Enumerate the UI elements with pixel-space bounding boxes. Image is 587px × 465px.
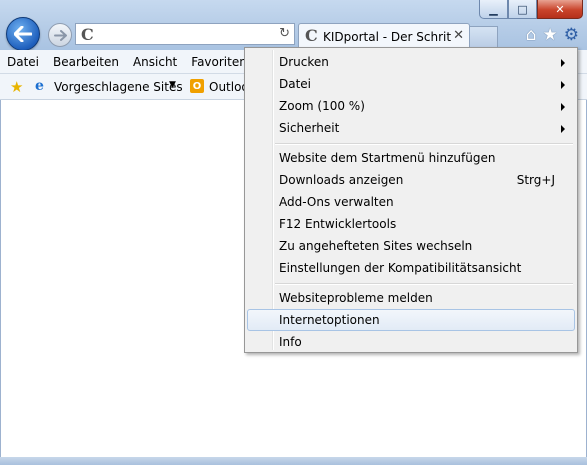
toolbar-icons: ⌂ ★ ⚙ bbox=[526, 26, 579, 44]
tab-title: KIDportal - Der Schritt ... bbox=[323, 30, 451, 44]
menu-item-drucken[interactable]: Drucken bbox=[247, 51, 575, 73]
gear-icon[interactable]: ⚙ bbox=[564, 26, 579, 44]
menu-bearbeiten[interactable]: Bearbeiten bbox=[46, 55, 126, 69]
forward-button[interactable] bbox=[48, 23, 72, 47]
menu-item-downloads[interactable]: Downloads anzeigen Strg+J bbox=[247, 169, 575, 191]
address-bar[interactable]: C ↻ bbox=[75, 23, 295, 45]
menu-item-pinned-sites[interactable]: Zu angehefteten Sites wechseln bbox=[247, 235, 575, 257]
refresh-icon[interactable]: ↻ bbox=[279, 26, 290, 41]
menu-separator bbox=[275, 283, 573, 285]
menu-item-add-to-start[interactable]: Website dem Startmenü hinzufügen bbox=[247, 147, 575, 169]
submenu-arrow-icon bbox=[561, 103, 565, 111]
menu-item-label: Datei bbox=[279, 77, 312, 91]
close-tab-icon[interactable]: ✕ bbox=[453, 28, 464, 43]
menu-item-label: Sicherheit bbox=[279, 121, 340, 135]
menu-item-label: F12 Entwicklertools bbox=[279, 217, 397, 231]
menu-item-label: Drucken bbox=[279, 55, 329, 69]
menu-item-shortcut: Strg+J bbox=[516, 173, 555, 187]
menu-item-addons[interactable]: Add-Ons verwalten bbox=[247, 191, 575, 213]
tab-favicon: C bbox=[305, 26, 318, 45]
menu-datei[interactable]: Datei bbox=[0, 55, 46, 69]
menu-item-info[interactable]: Info bbox=[247, 331, 575, 353]
ie-icon: e bbox=[35, 78, 44, 94]
back-button[interactable] bbox=[6, 17, 40, 51]
menu-item-label: Downloads anzeigen bbox=[279, 173, 404, 187]
menu-item-label: Info bbox=[279, 335, 302, 349]
new-tab-button[interactable] bbox=[470, 26, 498, 48]
submenu-arrow-icon bbox=[561, 125, 565, 133]
submenu-arrow-icon bbox=[561, 59, 565, 67]
tools-menu: Drucken Datei Zoom (100 %) Sicherheit We… bbox=[244, 47, 578, 353]
window-controls: ▁ □ ✕ bbox=[479, 0, 583, 19]
arrow-right-icon bbox=[53, 29, 67, 41]
window-titlebar: ▁ □ ✕ C ↻ C KIDportal - Der Schritt ... … bbox=[0, 0, 587, 51]
menu-item-sicherheit[interactable]: Sicherheit bbox=[247, 117, 575, 139]
menu-item-label: Zoom (100 %) bbox=[279, 99, 365, 113]
menu-ansicht[interactable]: Ansicht bbox=[126, 55, 184, 69]
favorites-star-icon[interactable]: ★ bbox=[543, 26, 558, 44]
menu-item-label: Zu angehefteten Sites wechseln bbox=[279, 239, 473, 253]
menu-item-devtools[interactable]: F12 Entwicklertools bbox=[247, 213, 575, 235]
window-bottom-frame bbox=[0, 457, 587, 465]
add-favorite-star-icon[interactable]: ★ bbox=[10, 78, 23, 96]
close-window-button[interactable]: ✕ bbox=[537, 0, 583, 19]
menu-item-label: Internetoptionen bbox=[279, 313, 380, 327]
arrow-left-icon bbox=[14, 26, 32, 42]
menu-item-label: Websiteprobleme melden bbox=[279, 291, 433, 305]
site-favicon: C bbox=[81, 25, 94, 44]
browser-tab[interactable]: C KIDportal - Der Schritt ... ✕ bbox=[298, 23, 470, 50]
submenu-arrow-icon bbox=[561, 81, 565, 89]
menu-item-report-problems[interactable]: Websiteprobleme melden bbox=[247, 287, 575, 309]
menu-item-internet-options[interactable]: Internetoptionen bbox=[247, 309, 575, 331]
maximize-button[interactable]: □ bbox=[508, 0, 537, 19]
menu-item-zoom[interactable]: Zoom (100 %) bbox=[247, 95, 575, 117]
frame-border-left bbox=[0, 100, 1, 457]
menu-item-label: Add-Ons verwalten bbox=[279, 195, 394, 209]
outlook-icon: O bbox=[190, 79, 204, 93]
chevron-down-icon[interactable]: ▼ bbox=[169, 80, 176, 90]
menu-item-label: Einstellungen der Kompatibilitätsansicht bbox=[279, 261, 522, 275]
suggested-sites-link[interactable]: Vorgeschlagene Sites bbox=[54, 80, 183, 94]
menu-separator bbox=[275, 143, 573, 145]
menu-item-datei[interactable]: Datei bbox=[247, 73, 575, 95]
home-icon[interactable]: ⌂ bbox=[526, 26, 537, 44]
minimize-button[interactable]: ▁ bbox=[479, 0, 508, 19]
menu-item-compat-view[interactable]: Einstellungen der Kompatibilitätsansicht bbox=[247, 257, 575, 279]
menu-item-label: Website dem Startmenü hinzufügen bbox=[279, 151, 496, 165]
